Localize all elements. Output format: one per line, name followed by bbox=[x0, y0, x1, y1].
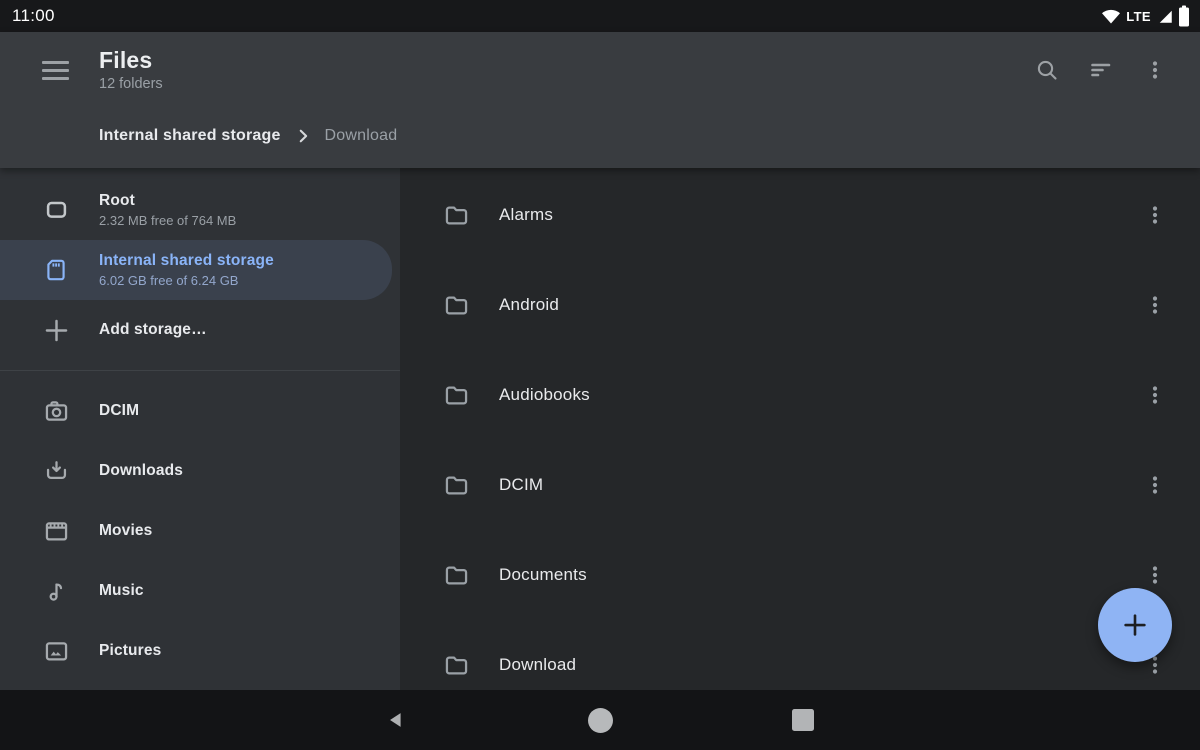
sidebar-item-dcim[interactable]: DCIM bbox=[0, 381, 400, 441]
sidebar-item-label: Music bbox=[99, 581, 144, 601]
folder-icon bbox=[442, 562, 470, 589]
item-overflow-icon[interactable] bbox=[1143, 293, 1167, 317]
clock: 11:00 bbox=[12, 6, 55, 26]
sidebar-item-add-storage[interactable]: Add storage… bbox=[0, 300, 400, 360]
breadcrumb-item-download[interactable]: Download bbox=[325, 127, 398, 145]
sidebar-item-label: DCIM bbox=[99, 401, 139, 421]
music-note-icon bbox=[42, 578, 70, 605]
image-icon bbox=[42, 638, 70, 665]
sidebar-item-music[interactable]: Music bbox=[0, 561, 400, 621]
sidebar-item-downloads[interactable]: Downloads bbox=[0, 441, 400, 501]
sidebar-item-root[interactable]: Root 2.32 MB free of 764 MB bbox=[0, 180, 400, 240]
app-bar: Files 12 folders Internal shared storage bbox=[0, 32, 1200, 168]
sidebar-item-label: Root bbox=[99, 191, 236, 211]
breadcrumb-item-internal-shared-storage[interactable]: Internal shared storage bbox=[99, 127, 281, 145]
back-icon[interactable] bbox=[372, 690, 420, 750]
item-overflow-icon[interactable] bbox=[1143, 203, 1167, 227]
sidebar-item-label: Internal shared storage bbox=[99, 251, 274, 271]
file-row-documents[interactable]: Documents bbox=[400, 530, 1200, 620]
network-type-label: LTE bbox=[1126, 9, 1151, 24]
status-icons: LTE bbox=[1101, 5, 1190, 27]
item-overflow-icon[interactable] bbox=[1143, 473, 1167, 497]
sidebar-divider bbox=[0, 370, 400, 371]
file-name: Alarms bbox=[499, 205, 1143, 225]
sidebar-item-detail: 6.02 GB free of 6.24 GB bbox=[99, 272, 274, 289]
file-row-dcim[interactable]: DCIM bbox=[400, 440, 1200, 530]
chevron-right-icon bbox=[294, 127, 312, 145]
camera-icon bbox=[42, 398, 70, 425]
file-row-audiobooks[interactable]: Audiobooks bbox=[400, 350, 1200, 440]
file-row-android[interactable]: Android bbox=[400, 260, 1200, 350]
file-name: Audiobooks bbox=[499, 385, 1143, 405]
wifi-icon bbox=[1101, 8, 1121, 24]
add-fab-button[interactable] bbox=[1098, 588, 1172, 662]
add-icon bbox=[42, 317, 70, 344]
sidebar-item-label: Add storage… bbox=[99, 320, 207, 340]
status-bar: 11:00 LTE bbox=[0, 0, 1200, 32]
plus-icon bbox=[1120, 610, 1150, 640]
content-area: Root 2.32 MB free of 764 MB Internal sha… bbox=[0, 168, 1200, 690]
sidebar-item-label: Movies bbox=[99, 521, 152, 541]
sidebar-item-detail: 2.32 MB free of 764 MB bbox=[99, 212, 236, 229]
folder-icon bbox=[442, 382, 470, 409]
sidebar-item-movies[interactable]: Movies bbox=[0, 501, 400, 561]
android-screen: 11:00 LTE Files 12 folders bbox=[0, 0, 1200, 750]
file-name: Download bbox=[499, 655, 1143, 675]
item-overflow-icon[interactable] bbox=[1143, 563, 1167, 587]
movie-icon bbox=[42, 518, 70, 545]
file-name: Android bbox=[499, 295, 1143, 315]
file-row-alarms[interactable]: Alarms bbox=[400, 170, 1200, 260]
file-name: DCIM bbox=[499, 475, 1143, 495]
page-title: Files bbox=[99, 47, 163, 74]
search-icon[interactable] bbox=[1035, 58, 1059, 82]
app-bar-actions bbox=[1035, 58, 1167, 82]
sidebar-item-pictures[interactable]: Pictures bbox=[0, 621, 400, 681]
download-icon bbox=[42, 458, 70, 485]
file-name: Documents bbox=[499, 565, 1143, 585]
file-row-download[interactable]: Download bbox=[400, 620, 1200, 690]
recents-icon[interactable] bbox=[779, 690, 827, 750]
folder-icon bbox=[442, 652, 470, 679]
sidebar-item-label: Pictures bbox=[99, 641, 161, 661]
sidebar-folder-shortcuts: DCIM Downloads Movies bbox=[0, 381, 400, 681]
title-block: Files 12 folders bbox=[99, 47, 163, 94]
page-subtitle: 12 folders bbox=[99, 75, 163, 94]
sidebar-item-label: Downloads bbox=[99, 461, 183, 481]
breadcrumb: Internal shared storage Download bbox=[0, 108, 1200, 168]
folder-icon bbox=[442, 472, 470, 499]
sidebar-item-internal-shared-storage[interactable]: Internal shared storage 6.02 GB free of … bbox=[0, 240, 392, 300]
folder-icon bbox=[442, 202, 470, 229]
sort-icon[interactable] bbox=[1089, 58, 1113, 82]
root-device-icon bbox=[42, 198, 70, 222]
battery-icon bbox=[1178, 5, 1190, 27]
menu-icon[interactable] bbox=[41, 58, 69, 82]
item-overflow-icon[interactable] bbox=[1143, 383, 1167, 407]
home-icon[interactable] bbox=[576, 690, 624, 750]
file-list: Alarms Android Audiobooks bbox=[400, 168, 1200, 690]
app-bar-top: Files 12 folders bbox=[0, 32, 1200, 108]
cell-signal-icon bbox=[1156, 7, 1174, 25]
overflow-menu-icon[interactable] bbox=[1143, 58, 1167, 82]
navigation-bar bbox=[0, 690, 1200, 750]
sidebar: Root 2.32 MB free of 764 MB Internal sha… bbox=[0, 168, 400, 690]
sd-card-icon bbox=[42, 256, 70, 284]
folder-icon bbox=[442, 292, 470, 319]
